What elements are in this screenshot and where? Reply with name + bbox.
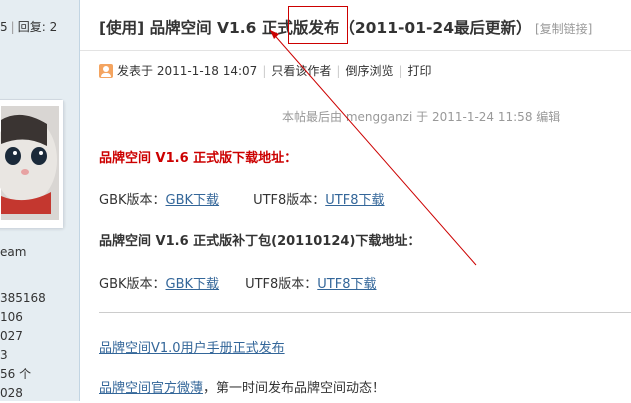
patch-utf8-label: UTF8版本：: [245, 277, 318, 292]
author-sidebar: 5 | 回复: 2 eam 385168 106 027 3 56 个 028: [0, 0, 80, 401]
title-version: V1.6: [216, 19, 257, 37]
title-suffix: 正式版发布（2011-01-24最后更新）: [256, 19, 532, 37]
reply-stats: 5 | 回复: 2: [0, 18, 57, 35]
copy-link[interactable]: [复制链接]: [535, 20, 592, 37]
replies-label: 回复:: [17, 20, 46, 34]
avatar[interactable]: [0, 99, 64, 229]
utf8-label: UTF8版本：: [253, 193, 326, 208]
manual-row: 品牌空间V1.0用户手册正式发布: [99, 337, 285, 356]
edit-note: 本帖最后由 mengganzi 于 2011-1-24 11:58 编辑: [282, 110, 561, 124]
stat-item: 106: [0, 310, 23, 324]
reverse-view-link[interactable]: 倒序浏览: [345, 62, 393, 79]
meta-separator: |: [262, 63, 267, 78]
print-link[interactable]: 打印: [408, 62, 432, 79]
meta-separator: |: [336, 63, 341, 78]
gbk-label: GBK版本：: [99, 193, 166, 208]
user-stats-list: 385168 106 027 3 56 个 028: [0, 289, 46, 403]
gbk-download-link[interactable]: GBK下载: [166, 193, 220, 208]
manual-link[interactable]: 品牌空间V1.0用户手册正式发布: [99, 341, 285, 356]
post-meta: 发表于 2011-1-18 14:07 | 只看该作者 | 倒序浏览 | 打印: [99, 62, 432, 79]
thread-title: [使用] 品牌空间 V1.6 正式版发布（2011-01-24最后更新）: [99, 16, 531, 38]
user-icon: [99, 63, 113, 78]
replies-count: 2: [49, 20, 58, 34]
weibo-suffix: ，第一时间发布品牌空间动态！: [203, 381, 386, 396]
views-count: 5: [0, 20, 8, 34]
stat-item: 027: [0, 329, 23, 343]
stat-item: 56 个: [0, 367, 32, 381]
title-divider: [80, 50, 631, 51]
posted-time: 发表于 2011-1-18 14:07: [117, 64, 258, 78]
patch-gbk-download-link[interactable]: GBK下载: [166, 277, 220, 292]
stat-item: 385168: [0, 291, 46, 305]
stat-item: 028: [0, 386, 23, 400]
content-divider: [99, 312, 631, 313]
download-heading: 品牌空间 V1.6 正式版下载地址：: [99, 151, 298, 166]
patch-gbk-label: GBK版本：: [99, 277, 166, 292]
post-main: [使用] 品牌空间 V1.6 正式版发布（2011-01-24最后更新） [复制…: [80, 0, 631, 401]
weibo-link[interactable]: 品牌空间官方微薄: [99, 381, 203, 396]
meta-separator: |: [398, 63, 403, 78]
only-author-link[interactable]: 只看该作者: [271, 62, 331, 79]
utf8-download-link[interactable]: UTF8下载: [325, 193, 384, 208]
patch-download-row: GBK版本：GBK下载 UTF8版本：UTF8下载: [99, 273, 377, 292]
download-row: GBK版本：GBK下载 UTF8版本：UTF8下载: [99, 189, 385, 208]
stat-item: 3: [0, 348, 8, 362]
user-group: eam: [0, 245, 27, 259]
patch-utf8-download-link[interactable]: UTF8下载: [317, 277, 376, 292]
stats-separator: |: [10, 20, 15, 34]
weibo-row: 品牌空间官方微薄，第一时间发布品牌空间动态！: [99, 377, 385, 396]
patch-heading: 品牌空间 V1.6 正式版补丁包(20110124)下载地址：: [99, 234, 421, 249]
title-prefix: [使用] 品牌空间: [99, 19, 217, 37]
cat-avatar-image: [0, 100, 63, 228]
